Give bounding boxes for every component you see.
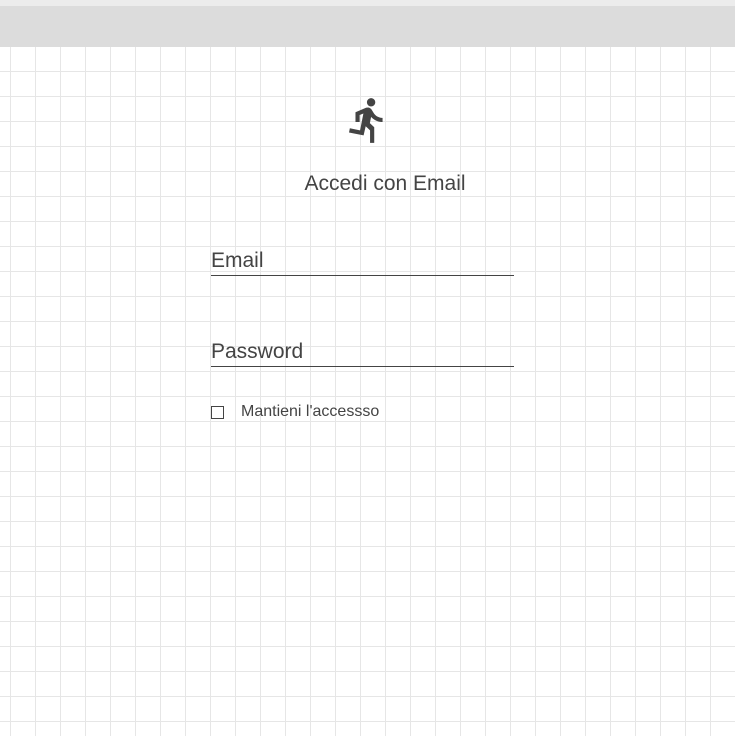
password-field-container [211,338,514,367]
remember-me-row[interactable]: Mantieni l'accessso [211,403,379,421]
page-title: Accedi con Email [304,172,466,195]
remember-me-checkbox[interactable] [211,405,224,419]
run-icon [343,88,393,152]
remember-me-label[interactable]: Mantieni l'accessso [241,403,379,421]
password-field[interactable] [211,338,514,366]
email-field-container [211,247,514,276]
top-bar [0,6,735,47]
email-field[interactable] [211,247,514,275]
